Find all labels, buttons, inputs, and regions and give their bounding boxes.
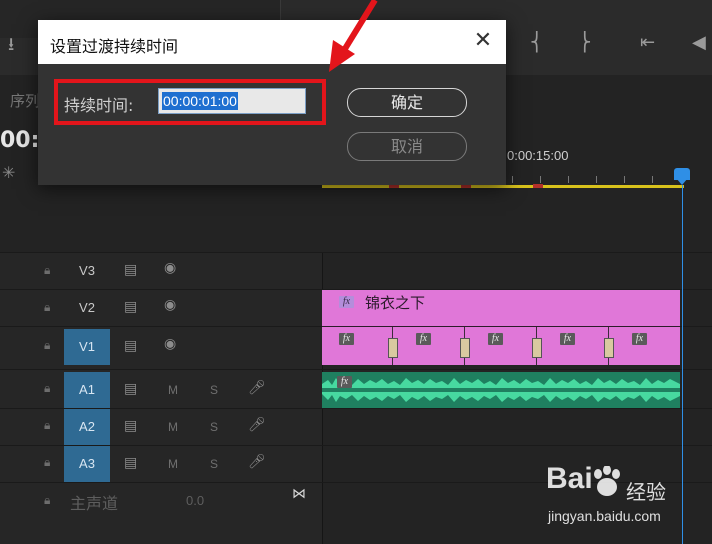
ruler-tick bbox=[652, 176, 653, 183]
mute-button[interactable]: M bbox=[168, 457, 178, 471]
annotation-highlight-box bbox=[54, 79, 326, 125]
transition-marker[interactable] bbox=[388, 338, 398, 358]
v1-clip-group[interactable]: fx fx fx fx fx bbox=[322, 327, 680, 365]
track-label-a1[interactable]: A1 bbox=[64, 372, 110, 408]
sync-lock-icon[interactable]: ▤ bbox=[124, 338, 137, 354]
solo-button[interactable]: S bbox=[210, 383, 218, 397]
snap-icon[interactable]: ✳ bbox=[2, 163, 15, 182]
eye-icon[interactable]: ◉ bbox=[164, 336, 176, 352]
ruler-tick bbox=[540, 176, 541, 183]
annotation-arrow-icon bbox=[329, 0, 378, 72]
transition-marker[interactable] bbox=[532, 338, 542, 358]
ruler-tick bbox=[624, 176, 625, 183]
sync-lock-icon[interactable]: ▤ bbox=[124, 455, 137, 471]
ruler-tick bbox=[596, 176, 597, 183]
ruler-timecode-label: 0:00:15:00 bbox=[507, 148, 569, 163]
fx-badge: fx bbox=[488, 333, 503, 345]
mark-in-icon[interactable]: ⎨ bbox=[530, 32, 544, 53]
fx-badge: fx bbox=[337, 376, 352, 388]
solo-button[interactable]: S bbox=[210, 420, 218, 434]
fx-badge: fx bbox=[339, 333, 354, 345]
track-label-v3[interactable]: V3 bbox=[64, 253, 110, 289]
fx-badge: fx bbox=[632, 333, 647, 345]
sync-lock-icon[interactable]: ▤ bbox=[124, 381, 137, 397]
paw-icon bbox=[594, 466, 620, 496]
track-label-a2[interactable]: A2 bbox=[64, 409, 110, 445]
sync-lock-icon[interactable]: ▤ bbox=[124, 418, 137, 434]
bowtie-icon[interactable]: ⋈ bbox=[292, 486, 306, 502]
watermark-text: 经验 bbox=[626, 480, 666, 504]
mute-button[interactable]: M bbox=[168, 420, 178, 434]
sequence-tab[interactable]: 序列 bbox=[10, 90, 40, 111]
master-track-label: 主声道 bbox=[70, 494, 119, 513]
sync-lock-icon[interactable]: ▤ bbox=[124, 299, 137, 315]
watermark-logo: Bai bbox=[546, 462, 593, 495]
transition-marker[interactable] bbox=[460, 338, 470, 358]
clip-name: 锦衣之下 bbox=[365, 294, 426, 312]
playhead-tip bbox=[676, 178, 688, 185]
microphone-icon[interactable]: 🎤︎ bbox=[248, 417, 266, 433]
a1-audio-clip[interactable]: fx bbox=[322, 372, 680, 408]
transition-marker[interactable] bbox=[604, 338, 614, 358]
playhead-line[interactable] bbox=[682, 185, 683, 544]
track-lock-icon[interactable]: 🔒︎ bbox=[44, 263, 50, 278]
ok-button[interactable]: 确定 bbox=[347, 88, 467, 117]
fx-badge: fx bbox=[560, 333, 575, 345]
transition-duration-dialog: 设置过渡持续时间 ✕ 持续时间: 00:00:01:00 确定 取消 bbox=[38, 20, 506, 185]
render-marker bbox=[533, 184, 543, 188]
track-lock-icon[interactable]: 🔒︎ bbox=[44, 455, 50, 470]
microphone-icon[interactable]: 🎤︎ bbox=[248, 380, 266, 396]
step-back-icon[interactable]: ◀ bbox=[692, 32, 706, 53]
audio-waveform bbox=[322, 378, 680, 402]
track-label-a3[interactable]: A3 bbox=[64, 446, 110, 482]
dialog-title: 设置过渡持续时间 bbox=[50, 37, 179, 56]
mute-button[interactable]: M bbox=[168, 383, 178, 397]
master-level-value[interactable]: 0.0 bbox=[186, 493, 204, 508]
go-to-in-icon[interactable]: ⇤ bbox=[640, 32, 655, 53]
track-lock-icon[interactable]: 🔒︎ bbox=[44, 300, 50, 315]
fx-badge: fx bbox=[416, 333, 431, 345]
track-label-v2[interactable]: V2 bbox=[64, 290, 110, 326]
track-label-v1[interactable]: V1 bbox=[64, 329, 110, 365]
track-lock-icon[interactable]: 🔒︎ bbox=[44, 493, 50, 508]
solo-button[interactable]: S bbox=[210, 457, 218, 471]
eye-icon[interactable]: ◉ bbox=[164, 260, 176, 276]
dialog-titlebar[interactable]: 设置过渡持续时间 ✕ bbox=[38, 20, 506, 64]
track-lock-icon[interactable]: 🔒︎ bbox=[44, 338, 50, 353]
microphone-icon[interactable]: 🎤︎ bbox=[248, 454, 266, 470]
ruler-tick bbox=[568, 176, 569, 183]
work-area-bar[interactable] bbox=[322, 185, 684, 188]
cancel-button[interactable]: 取消 bbox=[347, 132, 467, 161]
close-icon[interactable]: ✕ bbox=[470, 28, 496, 54]
track-lock-icon[interactable]: 🔒︎ bbox=[44, 381, 50, 396]
export-frame-icon[interactable]: ⭳ bbox=[8, 32, 14, 62]
track-lock-icon[interactable]: 🔒︎ bbox=[44, 418, 50, 433]
sync-lock-icon[interactable]: ▤ bbox=[124, 262, 137, 278]
track-divider bbox=[0, 369, 712, 370]
mark-out-icon[interactable]: ⎬ bbox=[578, 32, 592, 53]
eye-icon[interactable]: ◉ bbox=[164, 297, 176, 313]
v2-title-clip[interactable]: fx 锦衣之下 bbox=[322, 290, 680, 326]
watermark-url: jingyan.baidu.com bbox=[548, 508, 661, 524]
fx-badge: fx bbox=[339, 296, 354, 308]
ruler-tick bbox=[512, 176, 513, 183]
